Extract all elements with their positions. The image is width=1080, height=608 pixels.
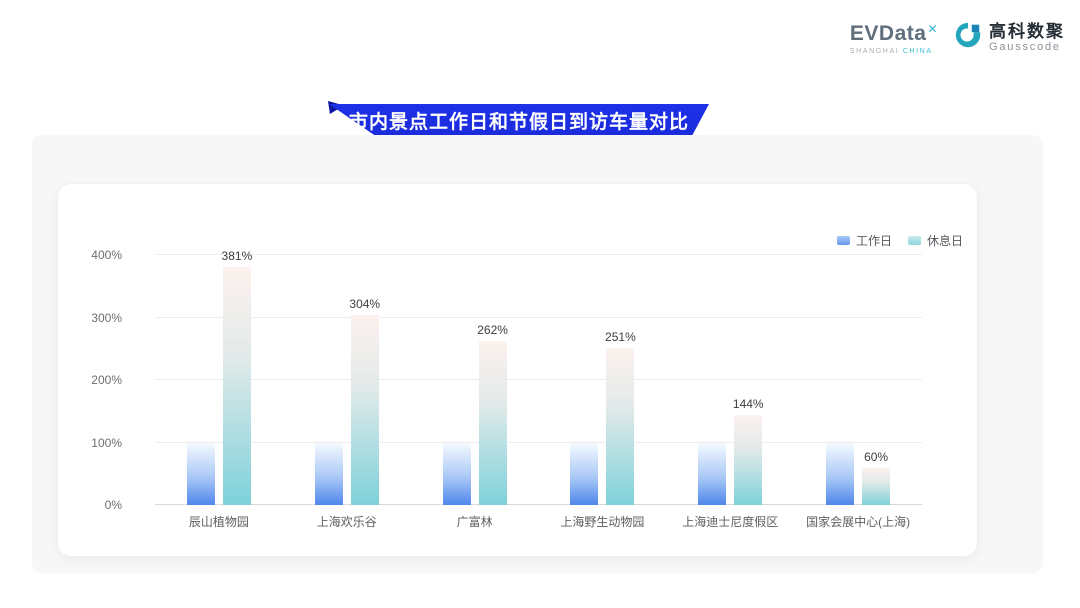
value-label: 381%	[222, 249, 253, 263]
bar-restday-上海欢乐谷[interactable]	[351, 315, 379, 505]
bar-restday-广富林[interactable]	[479, 341, 507, 505]
evdata-x-icon: ✕	[927, 22, 938, 36]
value-label: 304%	[349, 297, 380, 311]
bar-workday-广富林[interactable]	[443, 443, 471, 506]
gausscode-g-icon	[953, 20, 983, 55]
x-category-label: 辰山植物园	[189, 513, 249, 530]
value-label: 144%	[733, 397, 764, 411]
legend-item-休息日[interactable]: 休息日	[908, 232, 963, 249]
gridline	[155, 317, 922, 318]
x-axis-line	[155, 504, 922, 505]
x-category-label: 国家会展中心(上海)	[806, 513, 910, 530]
y-axis-labels: 0%100%200%300%400%	[84, 255, 138, 505]
bar-workday-上海迪士尼度假区[interactable]	[698, 443, 726, 506]
bar-workday-辰山植物园[interactable]	[187, 443, 215, 506]
value-label: 60%	[864, 450, 888, 464]
y-tick-label: 200%	[91, 373, 122, 387]
bar-workday-上海欢乐谷[interactable]	[315, 443, 343, 506]
x-category-label: 广富林	[457, 513, 493, 530]
evdata-wordmark: EVData✕	[850, 24, 937, 46]
legend-label: 工作日	[856, 232, 892, 249]
y-tick-label: 0%	[105, 498, 122, 512]
legend-swatch-icon	[837, 236, 850, 245]
evdata-tagline: SHANGHAI CHINA	[850, 48, 937, 55]
gausscode-logo: 高科数聚 Gausscode	[953, 20, 1065, 55]
y-tick-label: 300%	[91, 311, 122, 325]
bar-restday-上海野生动物园[interactable]	[606, 348, 634, 505]
legend-item-工作日[interactable]: 工作日	[837, 232, 892, 249]
value-label: 262%	[477, 323, 508, 337]
gridline	[155, 442, 922, 443]
y-tick-label: 400%	[91, 248, 122, 262]
gridline	[155, 254, 922, 255]
x-category-label: 上海迪士尼度假区	[682, 513, 778, 530]
legend-swatch-icon	[908, 236, 921, 245]
bar-restday-辰山植物园[interactable]	[223, 267, 251, 505]
value-label: 251%	[605, 330, 636, 344]
plot-area: 381%辰山植物园304%上海欢乐谷262%广富林251%上海野生动物园144%…	[155, 255, 922, 505]
x-category-label: 上海欢乐谷	[317, 513, 377, 530]
y-tick-label: 100%	[91, 436, 122, 450]
evdata-logo: EVData✕ SHANGHAI CHINA	[850, 20, 937, 55]
gausscode-name-en: Gausscode	[989, 41, 1065, 54]
gausscode-name-cn: 高科数聚	[989, 22, 1065, 41]
legend-label: 休息日	[927, 232, 963, 249]
gridline	[155, 379, 922, 380]
bar-restday-国家会展中心(上海)[interactable]	[862, 468, 890, 506]
brand-row: EVData✕ SHANGHAI CHINA 高科数聚 Gausscode	[850, 20, 1065, 55]
bar-restday-上海迪士尼度假区[interactable]	[734, 415, 762, 505]
x-category-label: 上海野生动物园	[560, 513, 644, 530]
chart-legend: 工作日 休息日	[837, 232, 963, 249]
bar-workday-国家会展中心(上海)[interactable]	[826, 443, 854, 506]
bar-workday-上海野生动物园[interactable]	[570, 443, 598, 506]
